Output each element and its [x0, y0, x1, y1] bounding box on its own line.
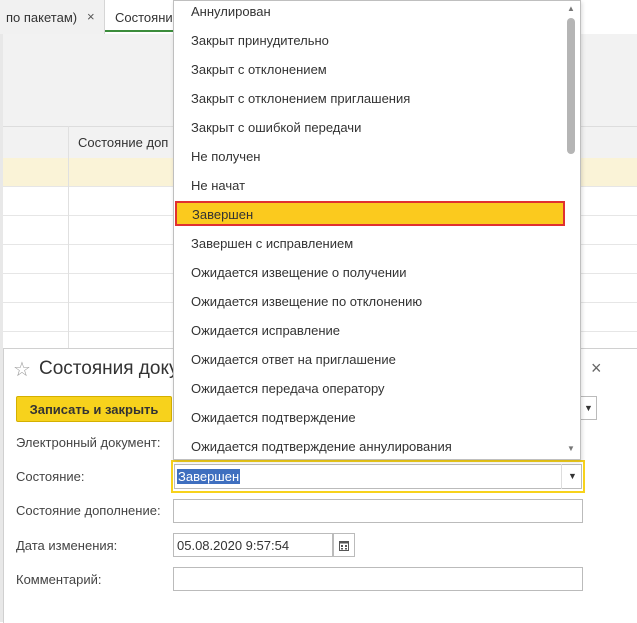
state-addition-input[interactable] [173, 499, 583, 523]
comment-label: Комментарий: [16, 572, 102, 587]
grid-column-header[interactable]: Состояние доп [78, 135, 168, 150]
tab-packages-label: по пакетам) [6, 10, 78, 25]
state-label: Состояние: [16, 469, 85, 484]
scroll-down-icon[interactable]: ▼ [566, 444, 576, 453]
more-actions-dropdown[interactable]: ▼ [580, 396, 597, 420]
active-tab-indicator [105, 30, 175, 32]
list-item[interactable]: Ожидается подтверждение аннулирования [191, 432, 452, 459]
list-item[interactable]: Ожидается извещение по отклонению [191, 287, 422, 316]
close-icon[interactable]: × [591, 358, 602, 379]
list-item[interactable]: Закрыт с отклонением [191, 55, 327, 84]
scroll-up-icon[interactable]: ▲ [566, 4, 576, 13]
list-item[interactable]: Ожидается исправление [191, 316, 340, 345]
grid-column-divider [68, 126, 69, 358]
state-dropdown-button[interactable]: ▼ [561, 464, 583, 489]
list-item[interactable]: Завершен с исправлением [191, 229, 353, 258]
tab-states[interactable]: Состояни [105, 0, 175, 34]
state-addition-label: Состояние дополнение: [16, 503, 161, 518]
star-icon[interactable]: ☆ [13, 357, 31, 382]
list-item[interactable]: Ожидается извещение о получении [191, 258, 407, 287]
list-item[interactable]: Закрыт с отклонением приглашения [191, 84, 410, 113]
list-item[interactable]: Ожидается ответ на приглашение [191, 345, 396, 374]
list-item-selected[interactable]: Завершен [175, 201, 565, 226]
list-item[interactable]: Закрыт принудительно [191, 26, 329, 55]
state-dropdown-list: Аннулирован Закрыт принудительно Закрыт … [173, 0, 581, 460]
save-and-close-button[interactable]: Записать и закрыть [16, 396, 172, 422]
list-item[interactable]: Закрыт с ошибкой передачи [191, 113, 361, 142]
calendar-icon [339, 541, 349, 551]
chevron-down-icon: ▼ [584, 403, 593, 413]
chevron-down-icon: ▼ [568, 471, 577, 481]
list-item[interactable]: Аннулирован [191, 1, 271, 26]
tab-states-label: Состояни [115, 10, 173, 25]
state-value[interactable]: Завершен [177, 469, 241, 484]
edoc-label: Электронный документ: [16, 435, 161, 450]
calendar-button[interactable] [333, 533, 355, 557]
list-item[interactable]: Ожидается подтверждение [191, 403, 356, 432]
date-label: Дата изменения: [16, 538, 118, 553]
dialog-title: Состояния доку [39, 358, 179, 379]
scrollbar-thumb[interactable] [567, 18, 575, 154]
list-item[interactable]: Не начат [191, 171, 245, 200]
list-item[interactable]: Ожидается передача оператору [191, 374, 385, 403]
close-tab-icon[interactable]: × [87, 9, 95, 24]
list-item[interactable]: Не получен [191, 142, 260, 171]
date-value[interactable]: 05.08.2020 9:57:54 [177, 538, 289, 553]
comment-input[interactable] [173, 567, 583, 591]
